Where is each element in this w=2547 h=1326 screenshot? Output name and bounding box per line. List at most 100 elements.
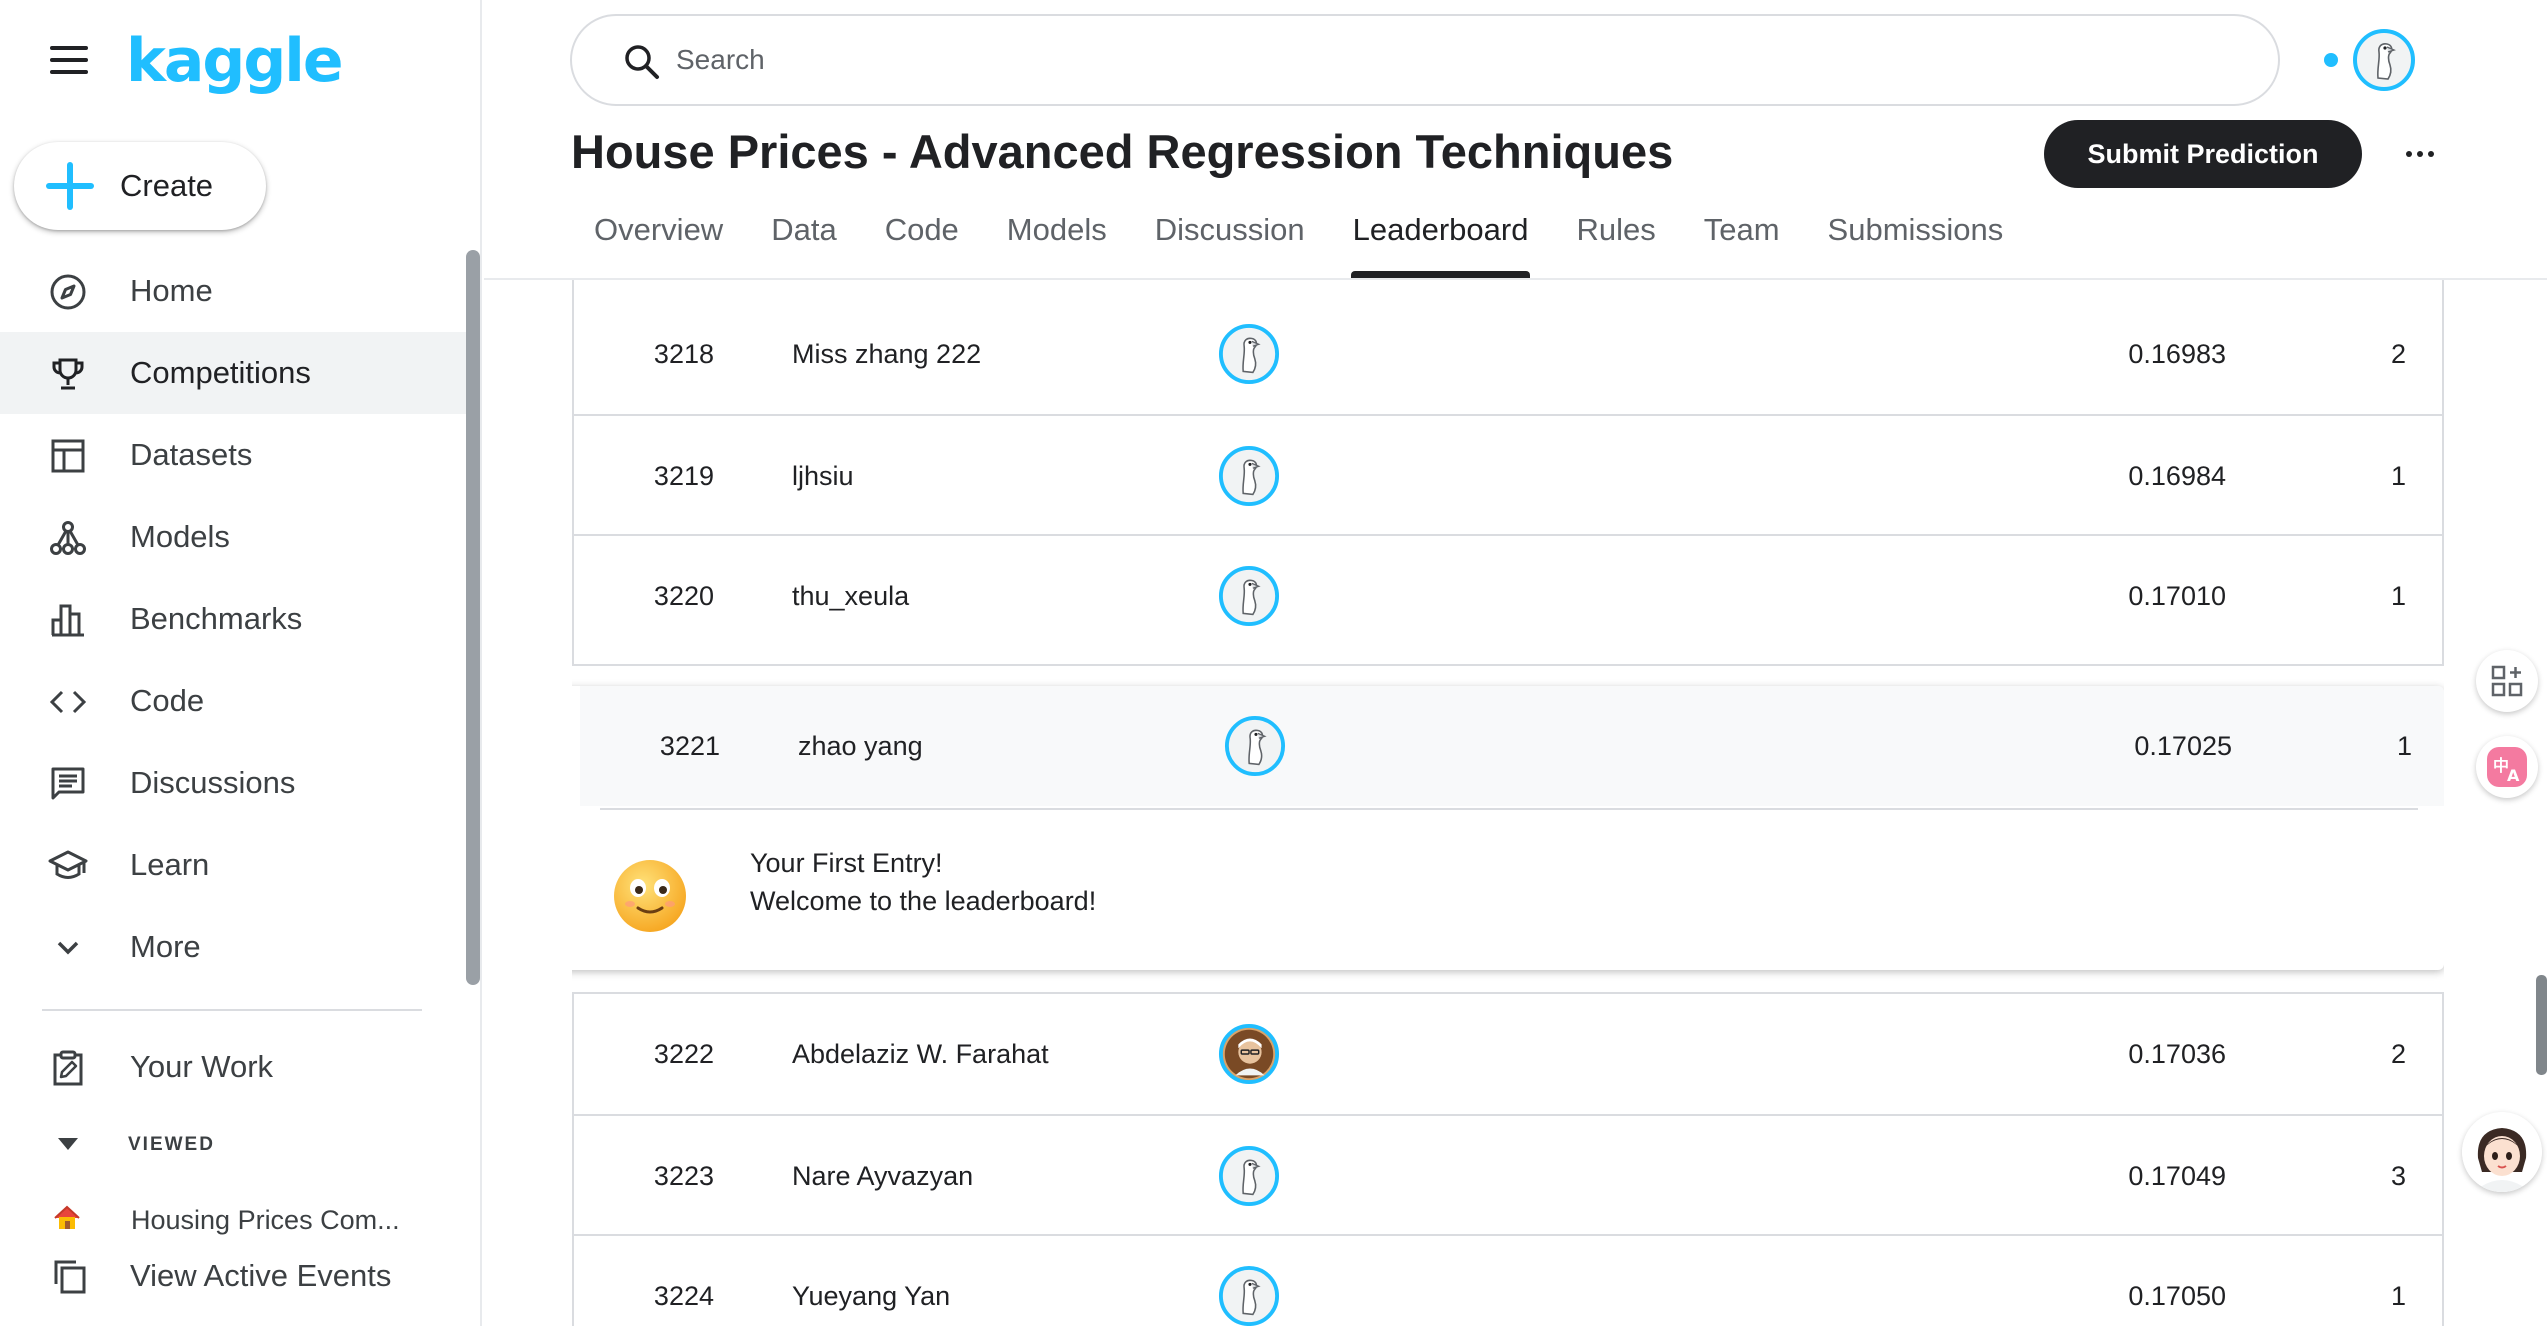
compass-icon xyxy=(48,272,88,312)
sidebar-scrollbar[interactable] xyxy=(466,250,480,985)
team-name[interactable]: ljhsiu xyxy=(792,416,854,536)
entries: 1 xyxy=(2390,1280,2406,1311)
table-row[interactable]: 3222 Abdelaziz W. Farahat 0.17036 2 3d xyxy=(574,994,2442,1114)
sidebar-item-your-work[interactable]: Your Work xyxy=(0,1026,470,1108)
avatar[interactable] xyxy=(1218,536,1280,656)
first-entry-message: Welcome to the leaderboard! xyxy=(750,886,1097,916)
sidebar-item-label: Code xyxy=(130,683,205,718)
app-grid-add-icon[interactable] xyxy=(2476,650,2538,712)
caret-down-icon xyxy=(58,1138,78,1150)
sidebar-item-label: Datasets xyxy=(130,437,253,472)
kaggle-logo[interactable]: kaggle xyxy=(126,26,344,96)
sidebar-item-discussions[interactable]: Discussions xyxy=(0,742,470,824)
avatar[interactable] xyxy=(1218,1116,1280,1236)
table-row[interactable]: 3224 Yueyang Yan 0.17050 1 1mo xyxy=(574,1234,2442,1326)
team-name[interactable]: Miss zhang 222 xyxy=(792,294,981,414)
entries: 1 xyxy=(2390,580,2406,611)
score: 0.17025 xyxy=(2134,730,2232,761)
user-avatar[interactable] xyxy=(2352,28,2416,92)
team-name[interactable]: Nare Ayvazyan xyxy=(792,1116,973,1236)
create-button[interactable]: Create xyxy=(14,142,266,230)
table-row[interactable]: 3219 ljhsiu 0.16984 1 2mo xyxy=(574,414,2442,534)
leaderboard: 3218 Miss zhang 222 0.16983 2 1mo 3219 l… xyxy=(572,280,2444,1326)
sidebar-item-models[interactable]: Models xyxy=(0,496,470,578)
team-name[interactable]: zhao yang xyxy=(798,686,923,806)
avatar[interactable] xyxy=(1218,1236,1280,1326)
entries: 2 xyxy=(2390,338,2406,369)
svg-text:A: A xyxy=(2507,766,2520,785)
rank: 3224 xyxy=(653,1280,714,1311)
sidebar-item-code[interactable]: Code xyxy=(0,660,470,742)
sidebar-divider xyxy=(42,1009,422,1011)
competition-tabs: Overview Data Code Models Discussion Lea… xyxy=(570,198,2027,278)
leaderboard-card-upper: 3218 Miss zhang 222 0.16983 2 1mo 3219 l… xyxy=(572,280,2444,666)
tab-team[interactable]: Team xyxy=(1680,198,1804,278)
view-active-events-label: View Active Events xyxy=(130,1258,392,1293)
leaderboard-card-lower: 3222 Abdelaziz W. Farahat 0.17036 2 3d 3… xyxy=(572,992,2444,1326)
kaggle-app: kaggle Create Home Competitions Datasets… xyxy=(0,0,2547,1326)
tab-overview[interactable]: Overview xyxy=(570,198,747,278)
page-scrollbar[interactable] xyxy=(2536,975,2547,1075)
tab-data[interactable]: Data xyxy=(747,198,860,278)
score: 0.17049 xyxy=(2128,1160,2226,1191)
menu-icon[interactable] xyxy=(50,46,88,76)
more-options-icon[interactable] xyxy=(2400,136,2440,172)
sidebar-item-competitions[interactable]: Competitions xyxy=(0,332,478,414)
sidebar-item-label: Competitions xyxy=(130,355,311,390)
table-row[interactable]: 3220 thu_xeula 0.17010 1 1mo xyxy=(574,534,2442,654)
avatar[interactable] xyxy=(1218,994,1280,1114)
plus-icon xyxy=(46,162,94,210)
sidebar-item-label: Home xyxy=(130,273,213,308)
team-name[interactable]: thu_xeula xyxy=(792,536,909,656)
search-bar[interactable] xyxy=(570,14,2280,106)
submit-prediction-button[interactable]: Submit Prediction xyxy=(2044,120,2362,188)
models-icon xyxy=(48,518,88,558)
entry-divider xyxy=(600,808,2418,810)
table-row-own[interactable]: 3221 zhao yang 0.17025 1 13s xyxy=(580,686,2444,806)
comment-icon xyxy=(48,764,88,804)
team-name[interactable]: Abdelaziz W. Farahat xyxy=(792,994,1049,1114)
tab-leaderboard[interactable]: Leaderboard xyxy=(1329,198,1553,278)
first-entry-title: Your First Entry! xyxy=(750,848,943,878)
translate-icon[interactable]: 中A xyxy=(2476,736,2538,798)
sidebar-item-datasets[interactable]: Datasets xyxy=(0,414,470,496)
table-row[interactable]: 3223 Nare Ayvazyan 0.17049 3 5d xyxy=(574,1114,2442,1234)
avatar[interactable] xyxy=(1218,416,1280,536)
entries: 1 xyxy=(2390,460,2406,491)
avatar[interactable] xyxy=(1218,294,1280,414)
trophy-icon xyxy=(48,354,88,394)
rank: 3219 xyxy=(653,460,714,491)
table-icon xyxy=(48,436,88,476)
score: 0.17050 xyxy=(2128,1280,2226,1311)
viewed-toggle[interactable]: VIEWED xyxy=(0,1128,470,1164)
view-active-events-link[interactable]: View Active Events xyxy=(0,1250,470,1302)
create-label: Create xyxy=(120,168,214,203)
code-icon xyxy=(48,682,88,722)
tab-discussion[interactable]: Discussion xyxy=(1131,198,1329,278)
search-input[interactable] xyxy=(676,38,2236,82)
tab-code[interactable]: Code xyxy=(861,198,983,278)
sidebar-item-home[interactable]: Home xyxy=(0,250,470,332)
team-name[interactable]: Yueyang Yan xyxy=(792,1236,950,1326)
tab-submissions[interactable]: Submissions xyxy=(1804,198,2028,278)
chevron-down-icon xyxy=(48,928,88,968)
sidebar-item-label: Discussions xyxy=(130,765,296,800)
competition-title: House Prices - Advanced Regression Techn… xyxy=(571,125,1674,178)
rank: 3223 xyxy=(653,1160,714,1191)
tab-rules[interactable]: Rules xyxy=(1552,198,1679,278)
score: 0.17036 xyxy=(2128,1038,2226,1069)
recent-item-housing-prices[interactable]: Housing Prices Com... xyxy=(0,1200,470,1242)
tab-models[interactable]: Models xyxy=(983,198,1131,278)
score: 0.16984 xyxy=(2128,460,2226,491)
avatar[interactable] xyxy=(1224,686,1286,806)
sidebar-item-label: Learn xyxy=(130,847,210,882)
sidebar-item-learn[interactable]: Learn xyxy=(0,824,470,906)
entries: 3 xyxy=(2390,1160,2406,1191)
search-icon xyxy=(620,40,664,84)
table-row[interactable]: 3218 Miss zhang 222 0.16983 2 1mo xyxy=(574,294,2442,414)
sidebar-item-more[interactable]: More xyxy=(0,906,470,988)
score: 0.16983 xyxy=(2128,338,2226,369)
recent-item-label: Housing Prices Com... xyxy=(131,1205,400,1235)
assistant-avatar-icon[interactable] xyxy=(2462,1112,2542,1192)
sidebar-item-benchmarks[interactable]: Benchmarks xyxy=(0,578,470,660)
